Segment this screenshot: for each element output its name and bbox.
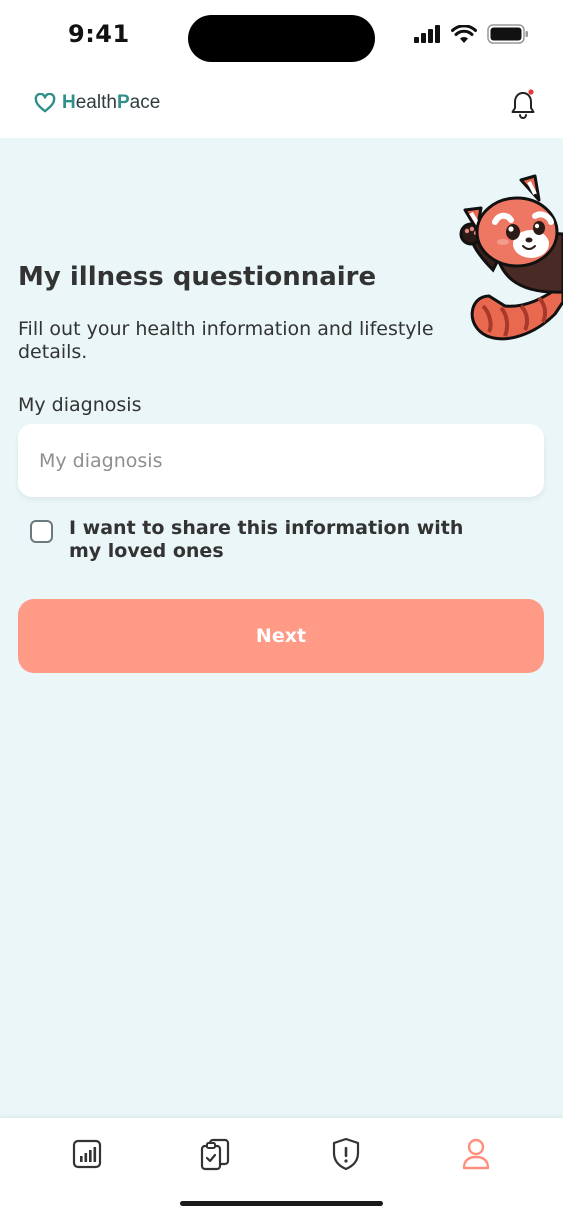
home-indicator[interactable] [180,1201,383,1206]
notification-dot [528,89,534,95]
wifi-icon [451,24,477,43]
shield-alert-icon [332,1137,360,1171]
dynamic-island [188,15,375,62]
questionnaire-screen: My illness questionnaire Fill out your h… [0,138,563,1118]
healthpace-logo[interactable]: HealthPace [34,92,160,114]
diagnosis-input[interactable] [18,424,544,497]
profile-icon [462,1138,490,1170]
clipboard-check-icon [200,1138,230,1171]
heart-icon [34,93,56,113]
page-title: My illness questionnaire [18,262,377,292]
tab-safety[interactable] [329,1135,363,1173]
status-time: 9:41 [68,20,130,48]
system-icons [414,24,529,44]
share-checkbox-label[interactable]: I want to share this information with my… [69,517,469,563]
logo-wordmark: HealthPace [62,92,161,113]
bottom-tab-bar [0,1118,563,1218]
tab-questionnaires[interactable] [198,1135,232,1173]
share-checkbox[interactable] [30,520,53,543]
battery-icon [487,24,528,44]
next-button[interactable]: Next [18,599,544,673]
page-subtitle: Fill out your health information and lif… [18,318,434,363]
app-header: HealthPace [0,72,563,138]
red-panda-mascot [459,174,563,341]
tab-profile[interactable] [459,1135,493,1173]
status-bar: 9:41 [0,0,563,72]
notifications-button[interactable] [509,89,537,119]
bell-icon [511,89,535,119]
cellular-signal-icon [414,25,440,43]
tab-statistics[interactable] [70,1135,104,1173]
stats-chart-icon [72,1139,102,1169]
diagnosis-label: My diagnosis [18,394,142,416]
